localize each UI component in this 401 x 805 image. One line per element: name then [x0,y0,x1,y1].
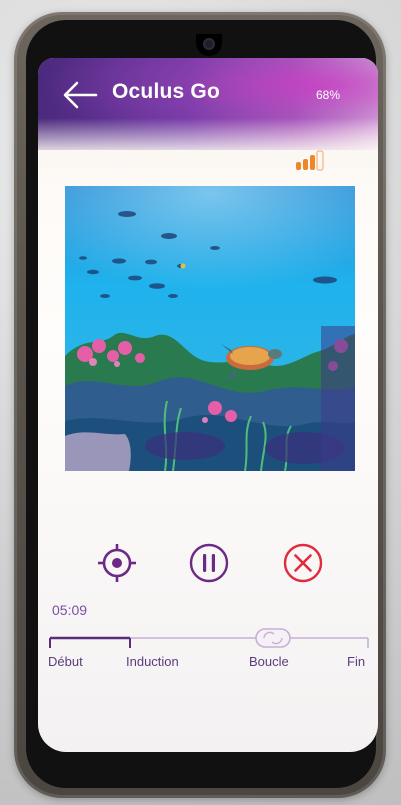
page-title: Oculus Go [112,80,220,103]
playback-controls [38,540,378,590]
underwater-reef-image [65,186,355,471]
phase-label-debut: Début [48,654,83,669]
back-button[interactable] [60,78,100,112]
pause-icon [189,543,229,583]
phase-label-boucle: Boucle [249,654,289,669]
battery-level: 68% [316,88,341,102]
session-timeline: Début Induction Boucle Fin [38,626,378,686]
back-arrow-icon [63,81,98,109]
elapsed-time: 05:09 [52,602,88,618]
recenter-button[interactable] [94,540,140,586]
phase-label-fin: Fin [347,654,366,669]
phase-label-induction: Induction [126,654,179,669]
phone-screen: Oculus Go 68% 05:09 Début Induction Bouc… [38,58,378,752]
video-preview [65,186,355,471]
loop-icon [255,628,291,648]
timeline-track[interactable] [38,626,378,656]
pause-button[interactable] [186,540,232,586]
close-circle-icon [283,543,323,583]
signal-bars-icon [294,148,328,172]
crosshair-target-icon [98,544,136,582]
front-camera [203,38,215,50]
stop-button[interactable] [280,540,326,586]
